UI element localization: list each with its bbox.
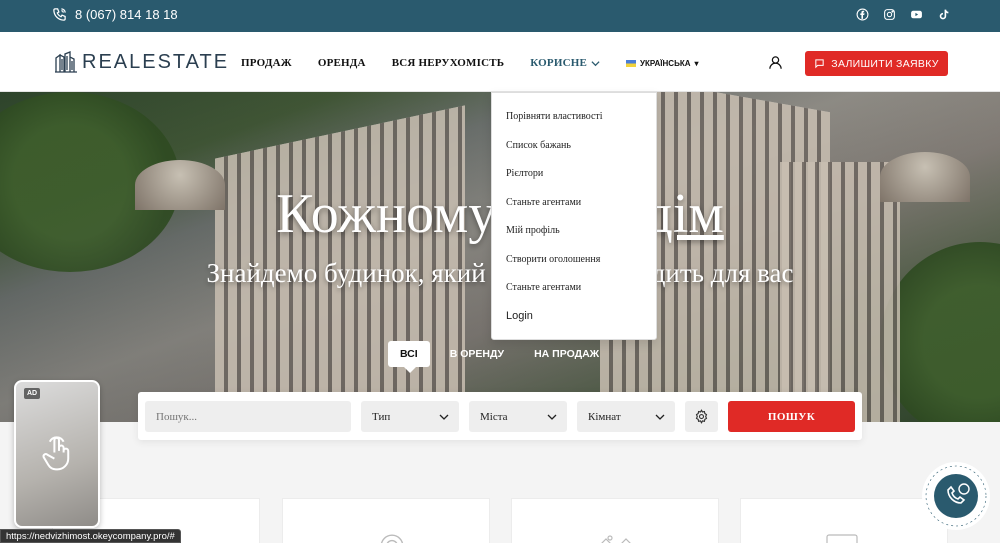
type-select-value: Тип: [372, 410, 391, 423]
language-switcher[interactable]: УКРАЇНСЬКА ▾: [626, 58, 699, 68]
chat-icon: [815, 59, 824, 69]
menu-item-login[interactable]: Login: [506, 310, 533, 322]
buy-icon: [826, 534, 858, 543]
status-bar-url: https://nedvizhimost.okeycompany.pro/#: [0, 529, 181, 543]
listing-card[interactable]: [511, 498, 719, 543]
youtube-icon[interactable]: [910, 8, 923, 21]
listing-card[interactable]: [740, 498, 948, 543]
phone-link[interactable]: 8 (067) 814 18 18: [52, 7, 178, 22]
menu-item-become-agent[interactable]: Станьте агентами: [506, 197, 581, 208]
logo-text: REALESTATE: [82, 50, 230, 73]
social-links: [856, 8, 950, 21]
hero-subtitle-start: Знайдемо будинок, який: [206, 258, 486, 288]
nav-useful[interactable]: КОРИСНЕ: [530, 57, 600, 69]
type-select[interactable]: Тип: [361, 401, 459, 432]
top-bar: 8 (067) 814 18 18: [0, 0, 1000, 32]
menu-item-become-agent-2[interactable]: Станьте агентами: [506, 282, 581, 293]
search-button[interactable]: ПОШУК: [728, 401, 855, 432]
caret-down-icon: ▾: [694, 58, 699, 68]
menu-item-create-listing[interactable]: Створити оголошення: [506, 254, 600, 265]
phone-number: 8 (067) 814 18 18: [75, 7, 178, 22]
ad-video-widget[interactable]: AD: [14, 380, 100, 528]
city-select-value: Міста: [480, 410, 508, 423]
tiktok-icon[interactable]: [937, 8, 950, 21]
gear-icon: [695, 409, 708, 424]
tap-hand-icon: [42, 436, 70, 471]
listing-card[interactable]: [282, 498, 490, 543]
chevron-down-icon: [591, 60, 600, 66]
leave-request-label: ЗАЛИШИТИ ЗАЯВКУ: [831, 57, 939, 70]
user-account-icon[interactable]: [768, 55, 783, 70]
ad-badge: AD: [24, 388, 41, 399]
leave-request-button[interactable]: ЗАЛИШИТИ ЗАЯВКУ: [805, 51, 948, 76]
nav-rent[interactable]: ОРЕНДА: [318, 57, 366, 69]
menu-item-my-profile[interactable]: Мій профіль: [506, 225, 560, 236]
menu-item-compare[interactable]: Порівняти властивості: [506, 111, 603, 122]
main-nav: ПРОДАЖ ОРЕНДА ВСЯ НЕРУХОМІСТЬ КОРИСНЕ УК…: [241, 57, 699, 69]
tab-sale[interactable]: НА ПРОДАЖ: [522, 341, 611, 367]
instagram-icon[interactable]: [883, 8, 896, 21]
search-input[interactable]: [145, 401, 351, 432]
advanced-filters-button[interactable]: [685, 401, 718, 432]
city-select[interactable]: Міста: [469, 401, 567, 432]
nav-all-property[interactable]: ВСЯ НЕРУХОМІСТЬ: [392, 57, 505, 69]
ukraine-flag-icon: [626, 59, 637, 67]
tab-rent[interactable]: В ОРЕНДУ: [438, 341, 516, 367]
useful-dropdown-menu: Порівняти властивості Список бажань Рієл…: [491, 92, 657, 340]
language-label: УКРАЇНСЬКА: [640, 58, 691, 68]
tab-all[interactable]: ВСІ: [388, 341, 430, 373]
site-logo[interactable]: REALESTATE: [54, 50, 229, 74]
chevron-down-icon: [655, 414, 665, 420]
chevron-down-icon: [439, 414, 449, 420]
nav-useful-label: КОРИСНЕ: [530, 57, 588, 69]
menu-item-realtors[interactable]: Рієлтори: [506, 168, 543, 179]
listing-type-tabs: ВСІ В ОРЕНДУ НА ПРОДАЖ: [388, 341, 611, 373]
menu-item-wishlist[interactable]: Список бажань: [506, 140, 571, 151]
rooms-select-value: Кімнат: [588, 410, 621, 423]
search-bar: Тип Міста Кімнат ПОШУК: [138, 392, 862, 440]
house-icon: [601, 535, 631, 543]
facebook-icon[interactable]: [856, 8, 869, 21]
rooms-select[interactable]: Кімнат: [577, 401, 675, 432]
chevron-down-icon: [547, 414, 557, 420]
hero-title-start: Кожному: [276, 183, 497, 245]
nav-sale[interactable]: ПРОДАЖ: [241, 57, 292, 69]
target-icon: [380, 534, 404, 543]
buildings-logo-icon: [55, 51, 77, 73]
hero-subtitle-end: дить для вас: [651, 258, 794, 288]
contact-manager-badge[interactable]: [920, 460, 992, 532]
phone-icon: [53, 8, 66, 21]
